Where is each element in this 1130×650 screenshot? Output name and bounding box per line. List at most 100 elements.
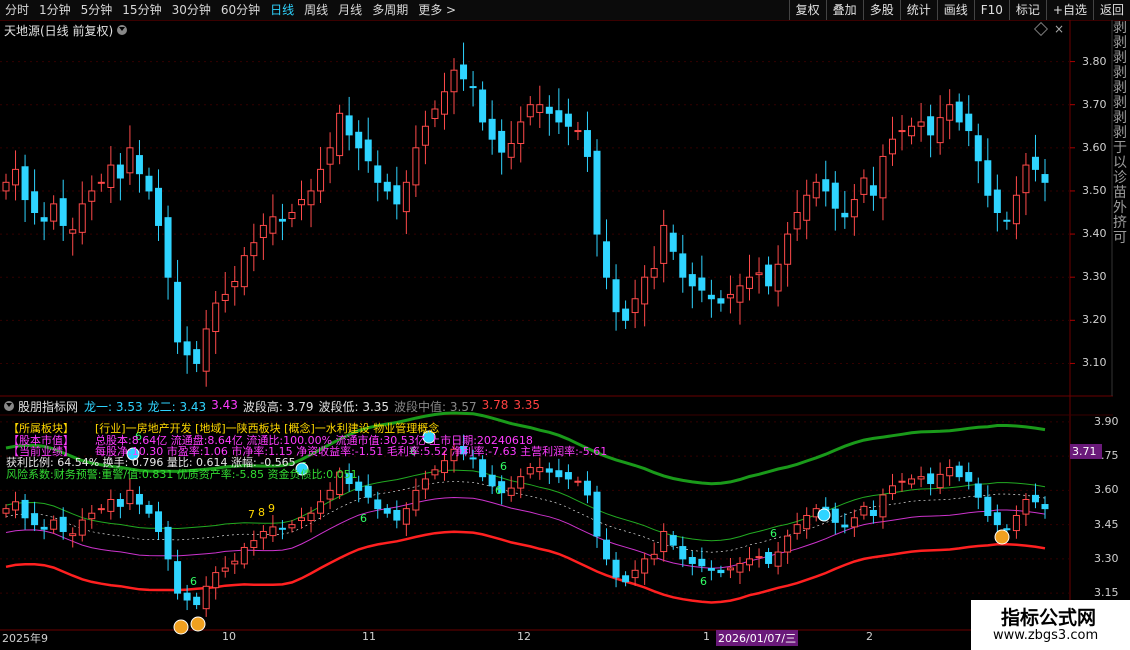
buy-signal-icon bbox=[994, 529, 1010, 545]
candle-body bbox=[803, 194, 811, 221]
indicator-value: 3.78 bbox=[481, 397, 509, 412]
candle-body bbox=[317, 501, 325, 514]
candle-body bbox=[822, 179, 830, 192]
candle-body bbox=[631, 298, 639, 314]
y-axis-label: 3.30 bbox=[1082, 270, 1107, 284]
candle-body bbox=[297, 199, 305, 206]
candle-body bbox=[364, 485, 372, 498]
chevron-down-icon[interactable] bbox=[4, 401, 14, 411]
candle-body bbox=[88, 190, 96, 202]
candle-body bbox=[402, 181, 410, 213]
candle-body bbox=[793, 212, 801, 230]
candle-body bbox=[850, 199, 858, 218]
y-axis-label: 3.10 bbox=[1082, 356, 1107, 370]
candle-body bbox=[669, 232, 677, 252]
candle-body bbox=[860, 177, 868, 195]
candle-body bbox=[869, 509, 877, 516]
candle-body bbox=[50, 519, 58, 530]
candle-body bbox=[755, 272, 763, 276]
risk-text: 风险系数:财务预警:重警/值:0.831 优质资产率:-5.85 资金负债比:0… bbox=[6, 468, 358, 481]
candle-body bbox=[707, 567, 715, 571]
candle-body bbox=[383, 508, 391, 514]
candle-body bbox=[927, 116, 935, 136]
signal-dot-icon bbox=[817, 508, 831, 522]
candle-body bbox=[107, 164, 115, 188]
candle-body bbox=[517, 121, 525, 144]
candle-body bbox=[679, 253, 687, 278]
candle-body bbox=[402, 508, 410, 525]
candle-body bbox=[841, 212, 849, 218]
watermark-url: www.zbgs3.com bbox=[993, 628, 1099, 643]
candle-body bbox=[765, 264, 773, 287]
candle-body bbox=[278, 218, 286, 222]
candle-body bbox=[908, 478, 916, 485]
y-axis-label: 3.15 bbox=[1094, 586, 1119, 600]
candle-body bbox=[593, 491, 601, 537]
x-axis-label: 11 bbox=[362, 630, 376, 643]
candle-body bbox=[183, 341, 191, 356]
candle-body bbox=[612, 559, 620, 578]
candle-body bbox=[164, 526, 172, 560]
candle-body bbox=[984, 160, 992, 196]
indicator-value: 3.43 bbox=[211, 397, 238, 412]
candle-body bbox=[97, 181, 105, 184]
candle-body bbox=[12, 501, 20, 511]
candle-body bbox=[936, 473, 944, 489]
candle-body bbox=[1031, 156, 1039, 170]
indicator-value: 波段低: 3.35 bbox=[318, 399, 390, 414]
candle-body bbox=[326, 147, 334, 165]
candle-body bbox=[879, 494, 887, 518]
x-axis-label: 2025年9 bbox=[2, 632, 48, 645]
candle-body bbox=[2, 508, 10, 514]
candle-body bbox=[336, 112, 344, 157]
candle-body bbox=[374, 165, 382, 183]
candle-body bbox=[707, 294, 715, 300]
signal-marker: 6 bbox=[500, 460, 507, 473]
candle-body bbox=[536, 467, 544, 473]
candle-body bbox=[784, 233, 792, 265]
candle-body bbox=[431, 469, 439, 476]
candle-body bbox=[450, 69, 458, 93]
candle-body bbox=[603, 539, 611, 560]
candle-body bbox=[1022, 499, 1030, 515]
candle-body bbox=[965, 113, 973, 132]
candle-body bbox=[40, 526, 48, 530]
mid-line-magenta bbox=[5, 496, 1046, 569]
candle-body bbox=[993, 512, 1001, 526]
candle-body bbox=[174, 561, 182, 594]
y-axis-label: 3.40 bbox=[1082, 227, 1107, 241]
candle-body bbox=[603, 241, 611, 278]
candle-body bbox=[126, 489, 134, 505]
candle-body bbox=[755, 556, 763, 559]
candle-body bbox=[955, 465, 963, 478]
candle-body bbox=[1031, 494, 1039, 503]
candle-body bbox=[202, 328, 210, 372]
candle-body bbox=[317, 168, 325, 192]
signal-marker: 6 bbox=[700, 575, 707, 588]
candle-body bbox=[641, 558, 649, 574]
x-axis-label: 2 bbox=[866, 630, 873, 643]
candle-body bbox=[1041, 504, 1049, 510]
indicator-value: 龙一: 3.53 bbox=[84, 399, 143, 414]
candle-body bbox=[40, 217, 48, 222]
candle-body bbox=[917, 476, 925, 480]
candle-body bbox=[717, 298, 725, 304]
candle-body bbox=[288, 524, 296, 529]
candle-body bbox=[440, 460, 448, 474]
signal-marker: 6 bbox=[190, 575, 197, 588]
signal-marker: 6 bbox=[360, 512, 367, 525]
indicator-name: 股朋指标网 bbox=[18, 399, 79, 414]
watermark-title: 指标公式网 bbox=[1001, 607, 1097, 629]
candle-body bbox=[688, 557, 696, 564]
candle-body bbox=[908, 125, 916, 137]
candle-body bbox=[746, 276, 754, 289]
indicator-value: 龙二: 3.43 bbox=[147, 399, 207, 414]
candle-body bbox=[212, 572, 220, 589]
candle-body bbox=[155, 511, 163, 532]
candle-body bbox=[297, 517, 305, 522]
candle-body bbox=[31, 513, 39, 526]
candle-body bbox=[460, 64, 468, 80]
candle-body bbox=[774, 263, 782, 292]
candle-body bbox=[240, 255, 248, 288]
candle-body bbox=[269, 216, 277, 234]
